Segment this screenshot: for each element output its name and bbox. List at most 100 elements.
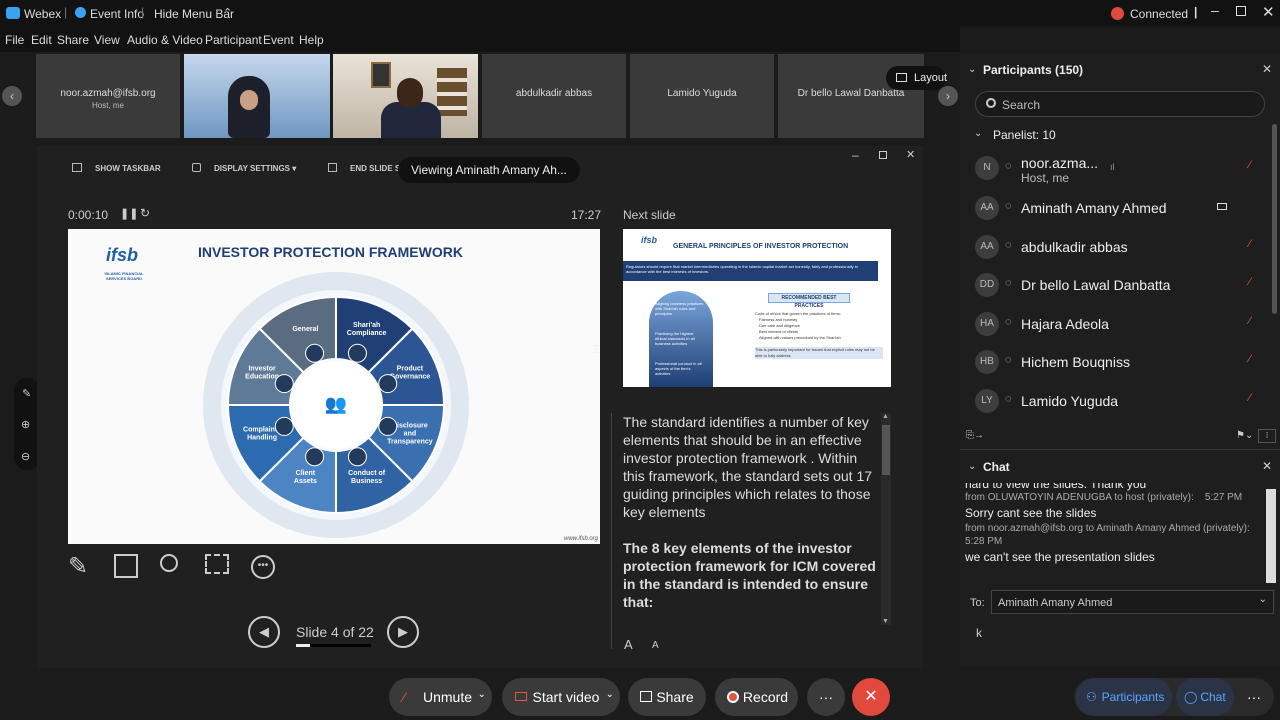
participants-collapse-icon[interactable]: ⌄ bbox=[968, 64, 976, 75]
sync-icon: ◌ bbox=[1005, 393, 1012, 405]
more-panels-button[interactable]: ··· bbox=[1238, 678, 1270, 716]
muted-mic-icon[interactable]: ⁄ bbox=[1249, 238, 1257, 252]
participant-row[interactable]: HB ◌ Hichem Bouqniss ⁄ bbox=[975, 344, 1265, 380]
participant-row[interactable]: AA ◌ abdulkadir abbas ⁄ bbox=[975, 229, 1265, 265]
minimize-icon[interactable]: – bbox=[1211, 2, 1219, 18]
video-thumbnail-4[interactable]: Lamido Yuguda bbox=[630, 54, 774, 138]
previous-slide-button[interactable]: ◀ bbox=[248, 616, 280, 648]
more-options-icon[interactable]: ••• bbox=[251, 555, 275, 579]
video-thumbnail-3[interactable]: abdulkadir abbas bbox=[482, 54, 626, 138]
event-info-button[interactable]: Event Info bbox=[90, 7, 144, 21]
menu-participant[interactable]: Participant bbox=[205, 33, 262, 47]
layout-button[interactable]: Layout bbox=[886, 66, 947, 90]
participant-search[interactable]: Search bbox=[975, 91, 1265, 117]
display-settings-button[interactable]: DISPLAY SETTINGS ▾ bbox=[214, 164, 296, 173]
participant-row[interactable]: DD ◌ Dr bello Lawal Danbatta ⁄ bbox=[975, 267, 1265, 303]
scroll-up-icon[interactable]: ▲ bbox=[882, 413, 889, 420]
participant-name: Hajara Adeola bbox=[1021, 316, 1109, 332]
start-video-button[interactable]: Start video ⌄ bbox=[502, 678, 620, 716]
video-thumbnail-2[interactable] bbox=[333, 54, 478, 138]
thumbnail-name: abdulkadir abbas bbox=[515, 88, 593, 99]
participants-close-icon[interactable]: ✕ bbox=[1262, 62, 1272, 76]
cursor-icon: ⌶ bbox=[593, 342, 601, 356]
participants-scrollbar[interactable] bbox=[1272, 124, 1277, 314]
participants-panel-button[interactable]: ⚇ Participants bbox=[1076, 678, 1172, 716]
connection-status[interactable]: Connected bbox=[1130, 7, 1188, 21]
muted-mic-icon[interactable]: ⁄ bbox=[1249, 392, 1257, 406]
notes-paragraph-2: The 8 key elements of the investor prote… bbox=[623, 540, 876, 610]
close-icon[interactable]: ✕ bbox=[1262, 3, 1275, 21]
decrease-font-icon[interactable]: A bbox=[652, 640, 659, 651]
thumbnail-name: noor.azmah@ifsb.org bbox=[60, 88, 156, 99]
participant-row[interactable]: HA ◌ Hajara Adeola ⁄ bbox=[975, 306, 1265, 342]
notes-scrollbar[interactable]: ▲ ▼ bbox=[881, 413, 891, 625]
share-button[interactable]: Share bbox=[628, 678, 706, 716]
share-minimize-icon[interactable]: – bbox=[852, 148, 859, 162]
chat-collapse-icon[interactable]: ⌄ bbox=[968, 461, 976, 472]
chat-scrollbar[interactable] bbox=[1266, 489, 1276, 583]
video-thumbnail-1[interactable] bbox=[184, 54, 330, 138]
video-thumbnail-host[interactable]: noor.azmah@ifsb.org Host, me bbox=[36, 54, 180, 138]
pen-icon[interactable]: ✎ bbox=[68, 552, 88, 581]
leave-meeting-button[interactable]: ✕ bbox=[852, 678, 890, 716]
chevron-up-icon[interactable]: ⌃ bbox=[223, 6, 232, 19]
menu-edit[interactable]: Edit bbox=[31, 33, 52, 47]
screen-blank-icon[interactable] bbox=[205, 554, 229, 574]
next-slide-button[interactable]: ▶ bbox=[387, 616, 419, 648]
muted-mic-icon[interactable]: ⁄ bbox=[1249, 353, 1257, 367]
chevron-down-icon[interactable]: ⌄ bbox=[478, 676, 486, 714]
more-options-button[interactable]: ··· bbox=[807, 678, 845, 716]
increase-font-icon[interactable]: A bbox=[624, 637, 633, 652]
pause-icon[interactable]: ❚❚ bbox=[120, 207, 138, 220]
chat-input[interactable]: k bbox=[976, 626, 1266, 646]
next-video-button[interactable]: › bbox=[938, 86, 958, 106]
zoom-out-icon[interactable]: ⊖ bbox=[21, 450, 30, 463]
sync-icon: ◌ bbox=[1005, 200, 1012, 212]
menu-share[interactable]: Share bbox=[57, 33, 89, 47]
show-taskbar-button[interactable]: SHOW TASKBAR bbox=[95, 164, 161, 173]
video-camera-icon[interactable] bbox=[1217, 203, 1227, 210]
display-settings-icon bbox=[192, 163, 201, 172]
more-icon[interactable]: ⁝ bbox=[1258, 429, 1276, 443]
all-slides-icon[interactable] bbox=[114, 554, 138, 578]
menu-help[interactable]: Help bbox=[299, 33, 324, 47]
notes-scroll-thumb[interactable] bbox=[882, 425, 890, 475]
chat-panel-button[interactable]: ◯ Chat bbox=[1176, 678, 1234, 716]
participant-row[interactable]: AA ◌ Aminath Amany Ahmed bbox=[975, 190, 1265, 226]
host-sync-icon: ◌ bbox=[1005, 160, 1012, 172]
menu-event[interactable]: Event bbox=[263, 33, 294, 47]
menu-audio-video[interactable]: Audio & Video bbox=[127, 33, 203, 47]
practice-line: This is particularly important for issue… bbox=[755, 347, 883, 359]
muted-mic-icon[interactable]: ⁄ bbox=[1249, 159, 1257, 173]
muted-mic-icon[interactable]: ⁄ bbox=[1249, 276, 1257, 290]
unmute-button[interactable]: ⁄ Unmute ⌄ bbox=[389, 678, 492, 716]
chevron-down-icon[interactable]: ⌄ bbox=[606, 676, 614, 714]
chat-recipient-select[interactable]: Aminath Amany Ahmed ⌄ bbox=[991, 590, 1274, 614]
speaker-notes[interactable]: The standard identifies a number of key … bbox=[623, 413, 878, 613]
share-close-icon[interactable]: ✕ bbox=[906, 148, 915, 161]
zoom-in-icon[interactable]: ⊕ bbox=[21, 418, 30, 431]
muted-mic-icon[interactable]: ⁄ bbox=[1249, 315, 1257, 329]
reset-timer-icon[interactable]: ↻ bbox=[140, 206, 150, 220]
move-to-stage-icon[interactable]: ⎘→ bbox=[966, 430, 984, 441]
restore-icon[interactable] bbox=[1236, 6, 1246, 16]
start-video-label: Start video bbox=[532, 689, 600, 705]
end-slideshow-button[interactable]: END SLIDE SI bbox=[350, 164, 402, 173]
scroll-down-icon[interactable]: ▼ bbox=[882, 618, 889, 625]
participant-row[interactable]: N ◌ noor.azma... Host, me ıl ⁄ bbox=[975, 150, 1265, 186]
share-restore-icon[interactable] bbox=[879, 151, 887, 159]
panelist-collapse-icon[interactable]: ⌄ bbox=[974, 128, 982, 139]
raise-hand-icon[interactable]: ⚑⌄ bbox=[1236, 430, 1253, 441]
search-placeholder: Search bbox=[1002, 98, 1041, 112]
record-button[interactable]: Record bbox=[715, 678, 798, 716]
chat-close-icon[interactable]: ✕ bbox=[1262, 459, 1272, 473]
magnifier-icon[interactable] bbox=[160, 554, 178, 572]
sync-icon: ◌ bbox=[1005, 316, 1012, 328]
participant-name: Aminath Amany Ahmed bbox=[1021, 200, 1167, 216]
menu-file[interactable]: File bbox=[5, 33, 24, 47]
chat-recipient-value: Aminath Amany Ahmed bbox=[998, 597, 1113, 609]
annotate-icon[interactable]: ✎ bbox=[22, 387, 31, 400]
menu-view[interactable]: View bbox=[94, 33, 120, 47]
prev-video-button[interactable]: ‹ bbox=[2, 86, 22, 106]
participant-row[interactable]: LY ◌ Lamido Yuguda ⁄ bbox=[975, 383, 1265, 419]
